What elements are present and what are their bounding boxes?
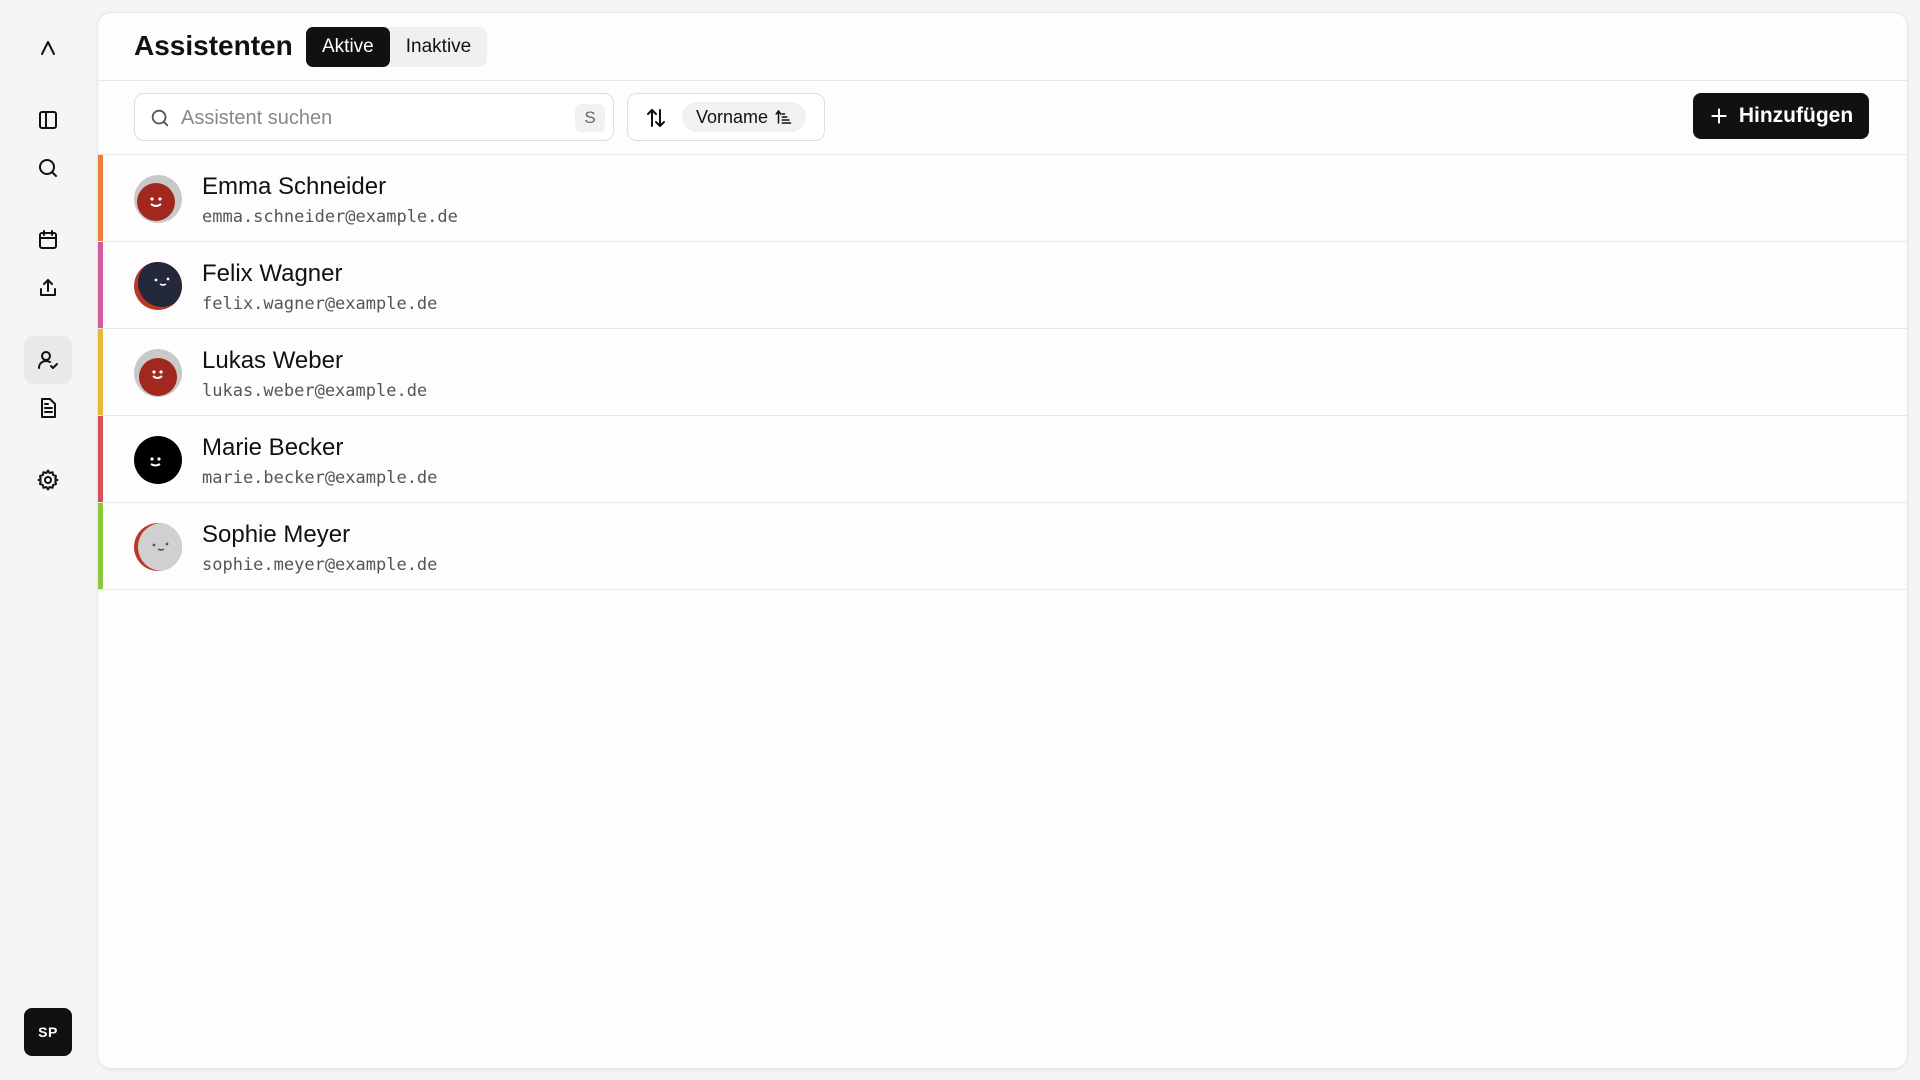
tab-aktive[interactable]: Aktive: [306, 27, 390, 67]
calendar-icon[interactable]: [24, 216, 72, 264]
page-title: Assistenten: [134, 30, 293, 61]
color-accent: [98, 329, 103, 415]
assistant-name: Felix Wagner: [202, 260, 343, 287]
add-button-label: Hinzufügen: [1738, 104, 1854, 127]
add-button[interactable]: Hinzufügen: [1693, 93, 1869, 139]
plus-icon: [1711, 108, 1727, 124]
color-accent: [98, 416, 103, 502]
assistant-list: Emma Schneider emma.schneider@example.de…: [98, 155, 1907, 590]
avatar: [134, 349, 182, 397]
share-icon[interactable]: [24, 264, 72, 312]
sidebar: SP: [0, 0, 96, 1080]
logo-icon[interactable]: [24, 24, 72, 72]
avatar: [134, 262, 182, 310]
sort-field-label: Vorname: [696, 106, 769, 127]
page-header: Assistenten Aktive Inaktive: [98, 13, 1907, 81]
assistant-name: Marie Becker: [202, 434, 344, 461]
avatar: [134, 436, 182, 484]
list-item[interactable]: Lukas Weber lukas.weber@example.de: [98, 329, 1907, 416]
toolbar: S Vorname Hinzufügen: [98, 81, 1907, 155]
assistant-name: Lukas Weber: [202, 347, 343, 374]
list-item[interactable]: Felix Wagner felix.wagner@example.de: [98, 242, 1907, 329]
assistant-email: lukas.weber@example.de: [202, 381, 428, 401]
sort-control[interactable]: Vorname: [627, 93, 825, 141]
search-shortcut-hint: S: [575, 104, 605, 132]
search-box: S: [134, 93, 614, 141]
search-icon[interactable]: [24, 144, 72, 192]
list-item[interactable]: Marie Becker marie.becker@example.de: [98, 416, 1907, 503]
assistant-email: marie.becker@example.de: [202, 468, 438, 488]
search-icon: [151, 109, 169, 127]
assistant-email: emma.schneider@example.de: [202, 207, 458, 227]
avatar: [134, 523, 182, 571]
main-panel: Assistenten Aktive Inaktive S Vorname Hi…: [97, 12, 1908, 1069]
color-accent: [98, 503, 103, 589]
sort-arrows-icon: [647, 109, 665, 127]
avatar: [134, 175, 182, 223]
search-input[interactable]: [181, 104, 551, 132]
sort-field-chip[interactable]: Vorname: [682, 102, 807, 132]
assistant-email: sophie.meyer@example.de: [202, 555, 438, 575]
assistant-name: Sophie Meyer: [202, 521, 351, 548]
assistant-email: felix.wagner@example.de: [202, 294, 438, 314]
sort-ascending-icon: [775, 109, 792, 124]
user-avatar[interactable]: SP: [24, 1008, 72, 1056]
panel-toggle-icon[interactable]: [24, 96, 72, 144]
assistant-name: Emma Schneider: [202, 173, 387, 200]
list-item[interactable]: Emma Schneider emma.schneider@example.de: [98, 155, 1907, 242]
list-item[interactable]: Sophie Meyer sophie.meyer@example.de: [98, 503, 1907, 590]
color-accent: [98, 155, 103, 241]
user-check-icon[interactable]: [24, 336, 72, 384]
document-icon[interactable]: [24, 384, 72, 432]
tab-inaktive[interactable]: Inaktive: [390, 27, 487, 67]
status-tabs: Aktive Inaktive: [306, 27, 488, 67]
color-accent: [98, 242, 103, 328]
gear-icon[interactable]: [24, 456, 72, 504]
